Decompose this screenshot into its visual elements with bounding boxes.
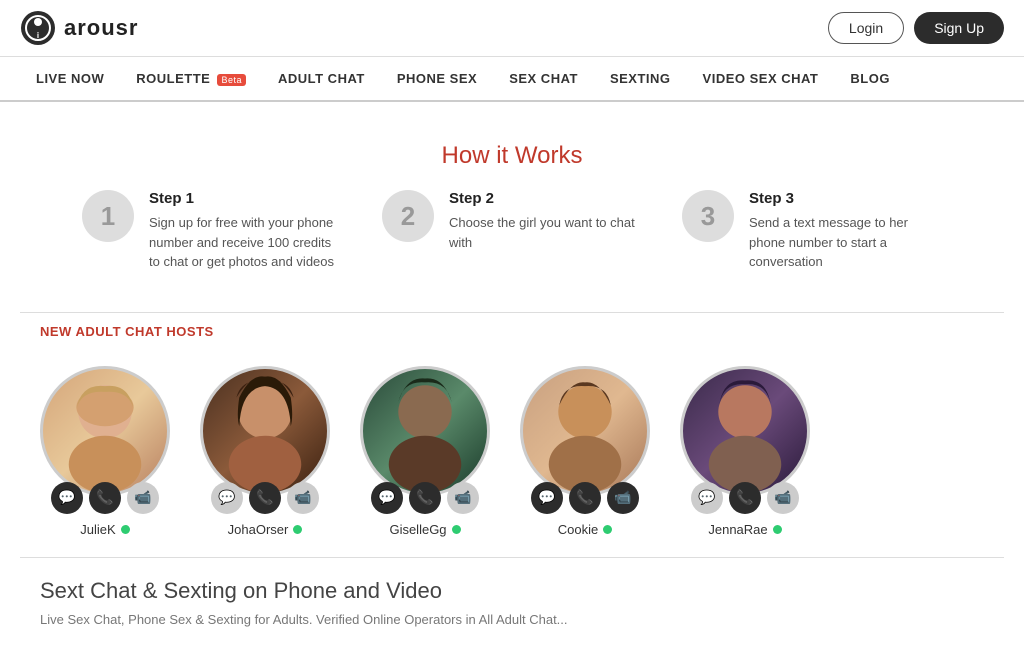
host-2-phone-button[interactable]: 📞 — [249, 482, 281, 514]
host-avatar-wrap-5 — [680, 366, 810, 496]
header: i arousr Login Sign Up — [0, 0, 1024, 57]
host-3-icons: 💬 📞 📹 — [371, 482, 479, 514]
host-2-online-indicator — [293, 525, 302, 534]
step-3: 3 Step 3 Send a text message to her phon… — [682, 190, 942, 272]
host-1-phone-button[interactable]: 📞 — [89, 482, 121, 514]
svg-text:i: i — [37, 31, 39, 40]
step-1: 1 Step 1 Sign up for free with your phon… — [82, 190, 342, 272]
hosts-section-title: NEW ADULT CHAT HOSTS — [40, 324, 214, 339]
main-content: How it Works 1 Step 1 Sign up for free w… — [0, 102, 1024, 657]
host-5-online-indicator — [773, 525, 782, 534]
nav-item-sexting[interactable]: SEXTING — [594, 57, 687, 100]
nav-item-adult-chat[interactable]: ADULT CHAT — [262, 57, 381, 100]
bottom-title: Sext Chat & Sexting on Phone and Video — [40, 578, 984, 604]
step-1-title: Step 1 — [149, 190, 342, 207]
host-5-name-row: JennaRae — [708, 522, 781, 537]
host-4-icons: 💬 📞 📹 — [531, 482, 639, 514]
host-2-chat-button[interactable]: 💬 — [211, 482, 243, 514]
host-avatar-wrap-3 — [360, 366, 490, 496]
step-3-title: Step 3 — [749, 190, 942, 207]
host-4-online-indicator — [603, 525, 612, 534]
host-1-video-button[interactable]: 📹 — [127, 482, 159, 514]
bottom-description: Live Sex Chat, Phone Sex & Sexting for A… — [40, 612, 984, 627]
step-1-content: Step 1 Sign up for free with your phone … — [149, 190, 342, 272]
step-2-number: 2 — [382, 190, 434, 242]
host-5-icons: 💬 📞 📹 — [691, 482, 799, 514]
nav-item-phone-sex[interactable]: PHONE SEX — [381, 57, 493, 100]
host-1-chat-button[interactable]: 💬 — [51, 482, 83, 514]
host-4-name: Cookie — [558, 522, 598, 537]
host-card-jennarae: 💬 📞 📹 JennaRae — [680, 366, 810, 537]
host-3-phone-button[interactable]: 📞 — [409, 482, 441, 514]
host-3-name: GiselleGg — [389, 522, 446, 537]
host-avatar-3[interactable] — [360, 366, 490, 496]
host-1-online-indicator — [121, 525, 130, 534]
host-2-name-row: JohaOrser — [228, 522, 303, 537]
host-4-name-row: Cookie — [558, 522, 612, 537]
logo-text: arousr — [64, 15, 138, 41]
host-4-phone-button[interactable]: 📞 — [569, 482, 601, 514]
host-1-name: JulieK — [80, 522, 115, 537]
host-5-video-button[interactable]: 📹 — [767, 482, 799, 514]
logo-icon: i — [20, 10, 56, 46]
bottom-section: Sext Chat & Sexting on Phone and Video L… — [20, 557, 1004, 637]
host-2-name: JohaOrser — [228, 522, 289, 537]
nav: LIVE NOW ROULETTE Beta ADULT CHAT PHONE … — [0, 57, 1024, 102]
host-1-name-row: JulieK — [80, 522, 129, 537]
host-card-cookie: 💬 📞 📹 Cookie — [520, 366, 650, 537]
host-1-icons: 💬 📞 📹 — [51, 482, 159, 514]
logo-area: i arousr — [20, 10, 138, 46]
how-it-works-section: How it Works 1 Step 1 Sign up for free w… — [20, 122, 1004, 312]
step-3-number: 3 — [682, 190, 734, 242]
host-avatar-4[interactable] — [520, 366, 650, 496]
step-3-content: Step 3 Send a text message to her phone … — [749, 190, 942, 272]
step-2: 2 Step 2 Choose the girl you want to cha… — [382, 190, 642, 272]
host-4-video-button[interactable]: 📹 — [607, 482, 639, 514]
host-card-juliek: 💬 📞 📹 JulieK — [40, 366, 170, 537]
step-3-description: Send a text message to her phone number … — [749, 213, 942, 272]
steps-container: 1 Step 1 Sign up for free with your phon… — [60, 190, 964, 272]
step-2-content: Step 2 Choose the girl you want to chat … — [449, 190, 642, 252]
host-3-chat-button[interactable]: 💬 — [371, 482, 403, 514]
host-avatar-5[interactable] — [680, 366, 810, 496]
host-avatar-wrap-2 — [200, 366, 330, 496]
step-2-description: Choose the girl you want to chat with — [449, 213, 642, 252]
host-card-johaorser: 💬 📞 📹 JohaOrser — [200, 366, 330, 537]
roulette-badge: Beta — [217, 74, 246, 86]
host-3-name-row: GiselleGg — [389, 522, 460, 537]
host-avatar-1[interactable] — [40, 366, 170, 496]
host-5-phone-button[interactable]: 📞 — [729, 482, 761, 514]
login-button[interactable]: Login — [828, 12, 904, 44]
nav-item-roulette[interactable]: ROULETTE Beta — [120, 57, 262, 100]
nav-item-blog[interactable]: BLOG — [834, 57, 906, 100]
how-it-works-title: How it Works — [60, 142, 964, 170]
host-2-icons: 💬 📞 📹 — [211, 482, 319, 514]
nav-item-sex-chat[interactable]: SEX CHAT — [493, 57, 594, 100]
header-buttons: Login Sign Up — [828, 12, 1004, 44]
step-1-description: Sign up for free with your phone number … — [149, 213, 342, 272]
host-4-chat-button[interactable]: 💬 — [531, 482, 563, 514]
host-avatar-wrap-1 — [40, 366, 170, 496]
nav-item-video-sex-chat[interactable]: VIDEO SEX CHAT — [687, 57, 835, 100]
host-3-online-indicator — [452, 525, 461, 534]
hosts-section-header: NEW ADULT CHAT HOSTS — [20, 312, 1004, 356]
host-2-video-button[interactable]: 📹 — [287, 482, 319, 514]
host-3-video-button[interactable]: 📹 — [447, 482, 479, 514]
host-5-chat-button[interactable]: 💬 — [691, 482, 723, 514]
host-avatar-2[interactable] — [200, 366, 330, 496]
host-avatar-wrap-4 — [520, 366, 650, 496]
nav-item-live-now[interactable]: LIVE NOW — [20, 57, 120, 100]
step-1-number: 1 — [82, 190, 134, 242]
signup-button[interactable]: Sign Up — [914, 12, 1004, 44]
host-5-name: JennaRae — [708, 522, 767, 537]
hosts-grid: 💬 📞 📹 JulieK — [20, 356, 1004, 557]
step-2-title: Step 2 — [449, 190, 642, 207]
host-card-gisellegg: 💬 📞 📹 GiselleGg — [360, 366, 490, 537]
